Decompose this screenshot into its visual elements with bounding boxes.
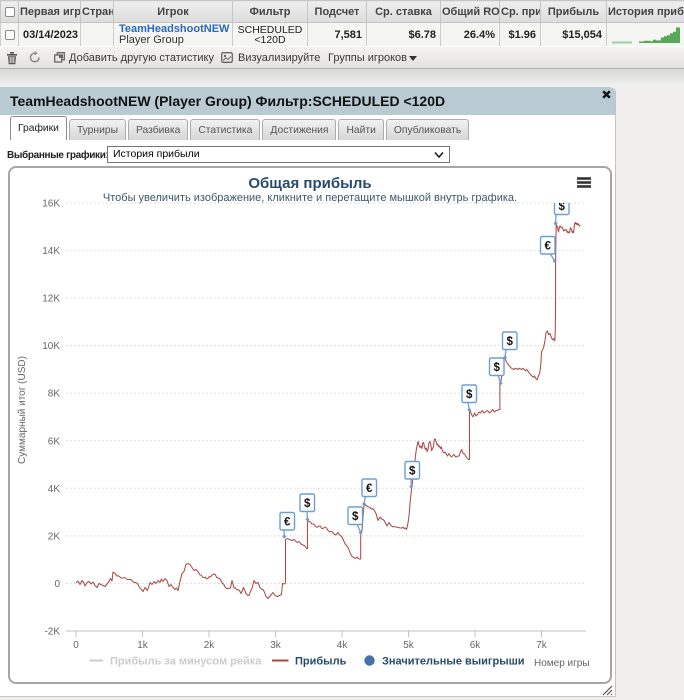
svg-text:12K: 12K	[42, 294, 60, 305]
svg-text:4k: 4k	[337, 640, 349, 651]
svg-text:€: €	[366, 483, 373, 495]
svg-text:$: $	[507, 336, 514, 348]
svg-text:Общая прибыль: Общая прибыль	[248, 175, 371, 192]
svg-text:2k: 2k	[204, 640, 216, 651]
svg-text:4K: 4K	[48, 484, 61, 495]
svg-text:0: 0	[54, 579, 60, 590]
svg-text:2K: 2K	[48, 531, 61, 542]
svg-text:$: $	[304, 498, 311, 510]
svg-text:$: $	[466, 389, 473, 401]
svg-text:6k: 6k	[470, 640, 482, 651]
svg-text:14K: 14K	[42, 246, 60, 257]
svg-text:3k: 3k	[270, 640, 282, 651]
svg-text:6K: 6K	[48, 436, 61, 447]
svg-text:€: €	[284, 516, 291, 528]
svg-text:Прибыль: Прибыль	[295, 656, 347, 668]
svg-text:7k: 7k	[536, 640, 548, 651]
svg-text:8K: 8K	[48, 389, 61, 400]
svg-text:$: $	[409, 465, 416, 477]
svg-text:Чтобы увеличить изображение, к: Чтобы увеличить изображение, кликните и …	[103, 192, 517, 204]
svg-text:Суммарный итог (USD): Суммарный итог (USD)	[17, 356, 28, 464]
svg-text:€: €	[545, 240, 552, 252]
svg-text:16K: 16K	[42, 199, 60, 210]
svg-text:-2K: -2K	[44, 627, 60, 638]
svg-text:Значительные выигрыши: Значительные выигрыши	[382, 656, 525, 668]
svg-text:10K: 10K	[42, 341, 60, 352]
svg-text:0: 0	[73, 640, 79, 651]
svg-text:$: $	[352, 511, 359, 523]
svg-text:5k: 5k	[403, 640, 415, 651]
svg-text:1k: 1k	[137, 640, 149, 651]
svg-text:Номер игры: Номер игры	[534, 658, 590, 669]
svg-text:$: $	[494, 362, 501, 374]
svg-text:Прибыль за минусом рейка: Прибыль за минусом рейка	[110, 656, 262, 668]
